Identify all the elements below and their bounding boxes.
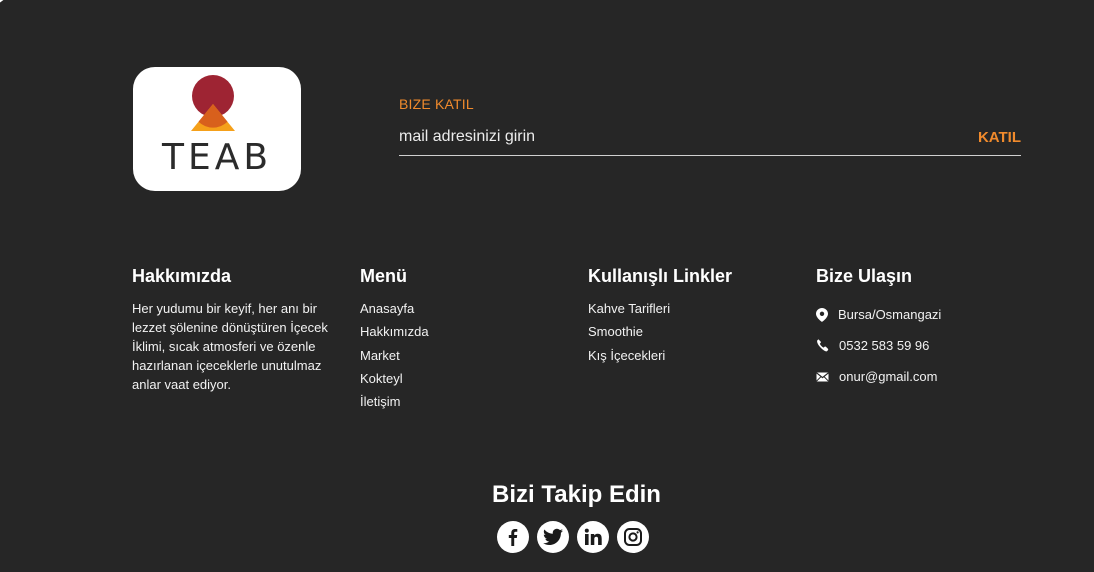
logo-text: TEAB xyxy=(161,137,273,178)
contact-email: onur@gmail.com xyxy=(816,361,941,392)
contact-location: Bursa/Osmangazi xyxy=(816,299,941,330)
menu-section: Menü Anasayfa Hakkımızda Market Kokteyl … xyxy=(360,266,429,415)
contact-title: Bize Ulaşın xyxy=(816,266,913,286)
menu-title: Menü xyxy=(360,266,407,286)
twitter-icon[interactable] xyxy=(537,521,569,553)
location-pin-icon xyxy=(816,307,828,322)
social-links xyxy=(497,521,649,553)
follow-title: Bizi Takip Edin xyxy=(492,481,661,508)
join-button[interactable]: KATIL xyxy=(978,129,1021,146)
link-kahve-tarifleri[interactable]: Kahve Tarifleri xyxy=(588,299,732,322)
menu-link-anasayfa[interactable]: Anasayfa xyxy=(360,299,429,322)
menu-link-market[interactable]: Market xyxy=(360,346,429,369)
logo-mark-icon xyxy=(191,75,235,131)
linkedin-icon[interactable] xyxy=(577,521,609,553)
phone-icon xyxy=(817,339,829,352)
useful-links-title: Kullanışlı Linkler xyxy=(588,266,733,286)
menu-link-hakkimizda[interactable]: Hakkımızda xyxy=(360,322,429,345)
about-text: Her yudumu bir keyif, her anı bir lezzet… xyxy=(132,301,328,392)
contact-phone-text[interactable]: 0532 583 59 96 xyxy=(839,338,929,353)
subscribe-form: KATIL xyxy=(399,122,1021,156)
email-input[interactable] xyxy=(399,128,939,146)
contact-section: Bize Ulaşın Bursa/Osmangazi 0532 583 59 … xyxy=(816,266,941,392)
menu-link-kokteyl[interactable]: Kokteyl xyxy=(360,369,429,392)
about-title: Hakkımızda xyxy=(132,266,232,286)
decorative-curve xyxy=(0,0,134,75)
link-smoothie[interactable]: Smoothie xyxy=(588,322,732,345)
contact-email-text[interactable]: onur@gmail.com xyxy=(839,369,937,384)
link-kis-icecekleri[interactable]: Kış İçecekleri xyxy=(588,346,732,369)
contact-location-text: Bursa/Osmangazi xyxy=(838,307,942,322)
contact-phone: 0532 583 59 96 xyxy=(816,330,941,361)
useful-links-section: Kullanışlı Linkler Kahve Tarifleri Smoot… xyxy=(588,266,732,369)
about-section: Hakkımızda Her yudumu bir keyif, her anı… xyxy=(132,266,342,394)
mail-icon xyxy=(816,371,829,382)
menu-link-iletisim[interactable]: İletişim xyxy=(360,392,429,415)
facebook-icon[interactable] xyxy=(497,521,529,553)
subscribe-title: BIZE KATIL xyxy=(399,96,474,112)
instagram-icon[interactable] xyxy=(617,521,649,553)
logo[interactable]: TEAB xyxy=(133,67,301,191)
